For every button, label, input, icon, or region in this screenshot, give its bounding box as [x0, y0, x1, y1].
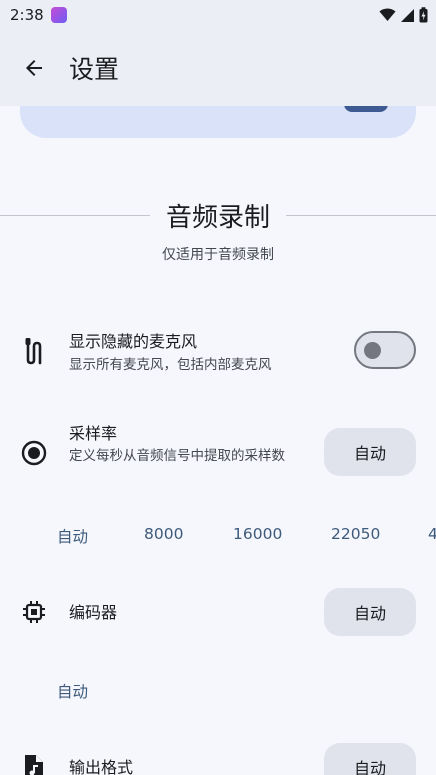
sample-rate-button[interactable]: 自动	[324, 428, 416, 476]
section-divider-right	[286, 215, 436, 216]
chip-icon	[19, 597, 49, 627]
wifi-icon	[379, 8, 396, 21]
sample-rate-option-8000[interactable]: 8000	[144, 525, 183, 543]
arrow-back-icon	[26, 60, 42, 76]
hidden-mics-description: 显示所有麦克风，包括内部麦克风	[69, 357, 272, 373]
encoder-title: 编码器	[69, 603, 118, 622]
hidden-mics-toggle[interactable]	[354, 331, 416, 369]
sample-rate-options: 自动 8000 16000 22050 4	[0, 525, 436, 555]
encoder-option-auto[interactable]: 自动	[57, 680, 88, 702]
output-format-button[interactable]: 自动	[324, 743, 416, 775]
status-time: 2:38	[10, 6, 44, 24]
radio-button-checked-icon	[19, 438, 49, 468]
microphone-cable-icon	[19, 336, 49, 366]
app-bar: 设置	[0, 30, 436, 106]
sample-rate-option-16000[interactable]: 16000	[233, 525, 282, 543]
signal-icon	[401, 8, 414, 22]
encoder-button[interactable]: 自动	[324, 588, 416, 636]
sample-rate-option-22050[interactable]: 22050	[331, 525, 380, 543]
battery-icon	[419, 7, 428, 23]
encoder-options: 自动	[0, 680, 436, 710]
notification-app-icon	[51, 7, 67, 23]
section-subtitle: 仅适用于音频录制	[162, 247, 274, 263]
page-title: 设置	[69, 55, 120, 84]
sample-rate-description: 定义每秒从音频信号中提取的采样数	[69, 448, 285, 464]
back-button[interactable]	[18, 52, 50, 84]
audio-file-icon	[19, 752, 49, 775]
status-icons	[379, 6, 428, 24]
sample-rate-option-partial[interactable]: 4	[428, 525, 436, 543]
sample-rate-title: 采样率	[69, 424, 118, 443]
toggle-knob	[364, 342, 381, 359]
status-bar: 2:38	[0, 0, 436, 30]
output-format-title: 输出格式	[69, 758, 134, 775]
sample-rate-option-auto[interactable]: 自动	[57, 525, 88, 547]
hidden-mics-title: 显示隐藏的麦克风	[69, 332, 198, 351]
